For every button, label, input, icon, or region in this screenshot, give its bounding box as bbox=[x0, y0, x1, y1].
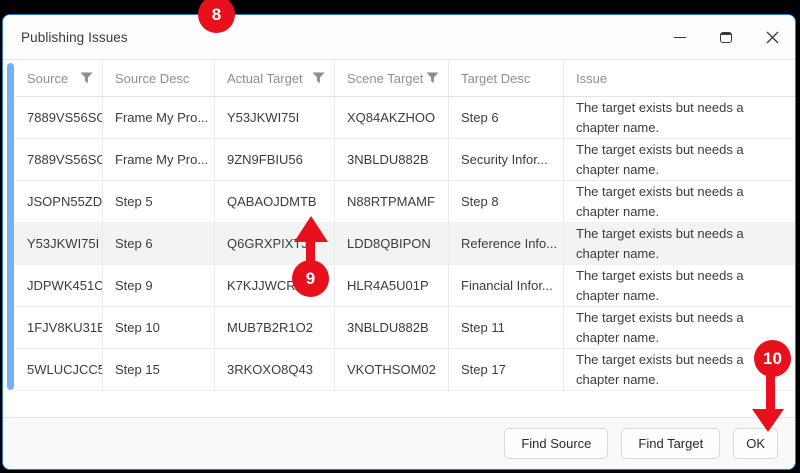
cell-issue: The target exists but needs a chapter na… bbox=[564, 139, 795, 181]
cell-target-desc: Reference Info... bbox=[449, 223, 564, 265]
minimize-icon bbox=[674, 37, 686, 38]
cell-scene-target: LDD8QBIPON bbox=[335, 223, 449, 265]
cell-target-desc: Step 17 bbox=[449, 349, 564, 391]
cell-issue: The target exists but needs a chapter na… bbox=[564, 97, 795, 139]
cell-source: Y53JKWI75I bbox=[15, 223, 103, 265]
cell-source-desc: Step 9 bbox=[103, 265, 215, 307]
ok-button[interactable]: OK bbox=[733, 428, 778, 459]
cell-scene-target: VKOTHSOM02 bbox=[335, 349, 449, 391]
column-header-source-desc[interactable]: Source Desc bbox=[103, 60, 215, 97]
cell-scene-target: HLR4A5U01P bbox=[335, 265, 449, 307]
find-target-button[interactable]: Find Target bbox=[621, 428, 720, 459]
cell-actual-target: Y53JKWI75I bbox=[215, 97, 335, 139]
column-header-label: Scene Target bbox=[347, 71, 423, 86]
column-header-label: Issue bbox=[576, 71, 607, 86]
column-header-label: Source Desc bbox=[115, 71, 189, 86]
column-header-actual-target[interactable]: Actual Target bbox=[215, 60, 335, 97]
cell-issue: The target exists but needs a chapter na… bbox=[564, 307, 795, 349]
cell-issue: The target exists but needs a chapter na… bbox=[564, 223, 795, 265]
cell-scene-target: N88RTPMAMF bbox=[335, 181, 449, 223]
publishing-issues-dialog: Publishing Issues bbox=[2, 14, 796, 470]
cell-source-desc: Step 5 bbox=[103, 181, 215, 223]
cell-actual-target: MUB7B2R1O2 bbox=[215, 307, 335, 349]
title-bar[interactable]: Publishing Issues bbox=[3, 15, 795, 60]
vertical-scrollbar[interactable] bbox=[7, 63, 14, 390]
cell-target-desc: Financial Infor... bbox=[449, 265, 564, 307]
cell-target-desc: Step 11 bbox=[449, 307, 564, 349]
column-header-label: Actual Target bbox=[227, 71, 303, 86]
cell-source: JDPWK451C7 bbox=[15, 265, 103, 307]
cell-issue: The target exists but needs a chapter na… bbox=[564, 265, 795, 307]
annotation-arrow-up-icon bbox=[294, 216, 328, 242]
maximize-button[interactable] bbox=[703, 15, 749, 59]
screenshot-stage: Publishing Issues bbox=[0, 0, 800, 473]
cell-source: 5WLUCJCC5C bbox=[15, 349, 103, 391]
cell-target-desc: Step 6 bbox=[449, 97, 564, 139]
column-header-label: Target Desc bbox=[461, 71, 530, 86]
cell-target-desc: Step 8 bbox=[449, 181, 564, 223]
annotation-arrow-down-icon bbox=[752, 409, 784, 432]
cell-scene-target: 3NBLDU882B bbox=[335, 139, 449, 181]
find-source-button[interactable]: Find Source bbox=[504, 428, 608, 459]
close-icon bbox=[766, 31, 779, 44]
minimize-button[interactable] bbox=[657, 15, 703, 59]
column-header-scene-target[interactable]: Scene Target bbox=[335, 60, 449, 97]
cell-issue: The target exists but needs a chapter na… bbox=[564, 181, 795, 223]
cell-target-desc: Security Infor... bbox=[449, 139, 564, 181]
cell-source: JSOPN55ZDP bbox=[15, 181, 103, 223]
dialog-footer: Find Source Find Target OK bbox=[3, 417, 795, 469]
cell-scene-target: XQ84AKZHOO bbox=[335, 97, 449, 139]
column-header-target-desc[interactable]: Target Desc bbox=[449, 60, 564, 97]
filter-icon[interactable] bbox=[426, 72, 439, 84]
annotation-badge-10: 10 bbox=[754, 340, 791, 377]
cell-source-desc: Frame My Pro... bbox=[103, 139, 215, 181]
cell-source-desc: Step 15 bbox=[103, 349, 215, 391]
cell-scene-target: 3NBLDU882B bbox=[335, 307, 449, 349]
cell-source-desc: Step 10 bbox=[103, 307, 215, 349]
cell-source-desc: Step 6 bbox=[103, 223, 215, 265]
window-controls bbox=[657, 15, 795, 59]
cell-actual-target: 3RKOXO8Q43 bbox=[215, 349, 335, 391]
filter-icon[interactable] bbox=[80, 72, 93, 84]
filter-icon[interactable] bbox=[312, 72, 325, 84]
maximize-icon bbox=[720, 32, 732, 43]
column-header-source[interactable]: Source bbox=[15, 60, 103, 97]
column-header-label: Source bbox=[27, 71, 68, 86]
annotation-arrow-shaft bbox=[766, 374, 775, 412]
cell-source: 7889VS56SG bbox=[15, 97, 103, 139]
window-title: Publishing Issues bbox=[21, 30, 128, 45]
column-header-issue[interactable]: Issue bbox=[564, 60, 795, 97]
issues-table: Source Source Desc Actual Target Scene T… bbox=[15, 60, 795, 391]
cell-source: 7889VS56SG bbox=[15, 139, 103, 181]
cell-source: 1FJV8KU31E bbox=[15, 307, 103, 349]
data-grid-area: Source Source Desc Actual Target Scene T… bbox=[3, 60, 795, 417]
annotation-badge-9: 9 bbox=[292, 260, 329, 297]
cell-source-desc: Frame My Pro... bbox=[103, 97, 215, 139]
cell-actual-target: 9ZN9FBIU56 bbox=[215, 139, 335, 181]
close-button[interactable] bbox=[749, 15, 795, 59]
